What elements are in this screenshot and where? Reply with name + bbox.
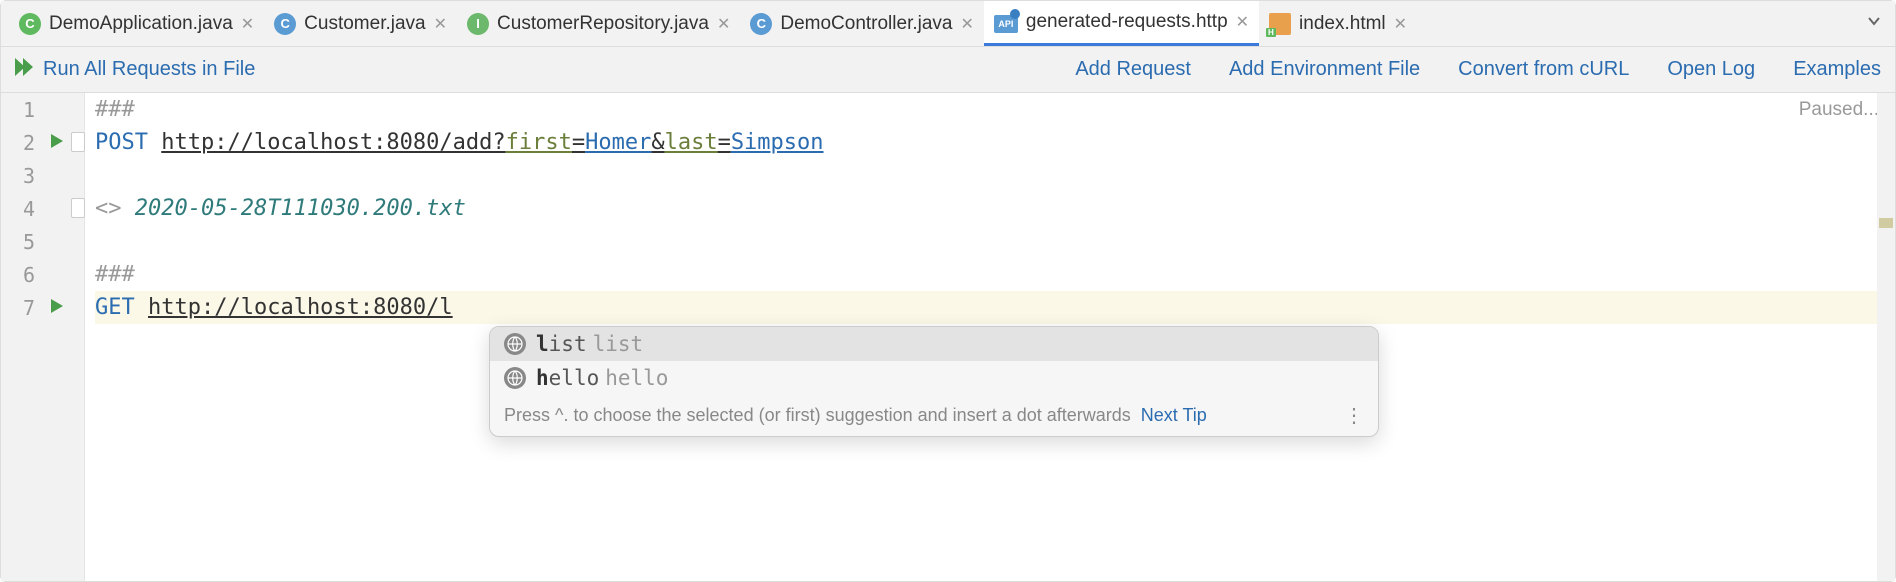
line-number: 7 (13, 296, 35, 320)
run-request-icon[interactable] (51, 298, 65, 317)
tab-customerrepository[interactable]: I CustomerRepository.java ✕ (457, 1, 740, 46)
close-icon[interactable]: ✕ (1236, 12, 1249, 32)
match-hint: hello (605, 366, 668, 390)
close-icon[interactable]: ✕ (434, 14, 447, 34)
tab-label: index.html (1299, 13, 1386, 35)
line-number: 4 (13, 197, 35, 221)
match-rest: ist (549, 332, 587, 356)
query-param: first (506, 130, 572, 155)
autocomplete-item[interactable]: hellohello (490, 361, 1378, 395)
code-text: ### (95, 97, 135, 122)
query-value: Simpson (731, 130, 824, 155)
match-bold: h (536, 366, 549, 390)
tab-democontroller[interactable]: C DemoController.java ✕ (740, 1, 984, 46)
response-file: 2020-05-28T111030.200.txt (135, 196, 466, 221)
http-toolbar: Run All Requests in File Add Request Add… (1, 47, 1895, 93)
more-options-icon[interactable]: ⋮ (1344, 403, 1364, 428)
globe-icon (504, 333, 526, 355)
editor-status: Paused... (1799, 99, 1879, 121)
tab-index-html[interactable]: H index.html ✕ (1259, 1, 1417, 46)
scrollbar-marker (1879, 218, 1893, 228)
editor-tab-bar: C DemoApplication.java ✕ C Customer.java… (1, 1, 1895, 47)
match-rest: ello (549, 366, 600, 390)
class-icon: C (274, 13, 296, 35)
gutter: 1 2 3 4 5 6 7 (1, 93, 85, 581)
interface-icon: I (467, 13, 489, 35)
globe-icon (504, 367, 526, 389)
close-icon[interactable]: ✕ (717, 14, 730, 34)
line-number: 2 (13, 131, 35, 155)
next-tip-link[interactable]: Next Tip (1141, 405, 1207, 426)
fold-marker-icon[interactable] (71, 132, 85, 152)
http-url: http://localhost:8080/l (148, 295, 453, 320)
query-param: last (665, 130, 718, 155)
convert-from-curl-link[interactable]: Convert from cURL (1458, 58, 1629, 81)
vertical-scrollbar[interactable] (1877, 93, 1895, 581)
close-icon[interactable]: ✕ (960, 14, 973, 34)
http-method: GET (95, 295, 135, 320)
editor-area: 1 2 3 4 5 6 7 Paused... ### POST http://… (1, 93, 1895, 581)
tab-label: DemoApplication.java (49, 13, 233, 35)
run-all-icon (15, 58, 35, 81)
autocomplete-popup: listlist hellohello Press ^. to choose t… (489, 326, 1379, 437)
tab-label: CustomerRepository.java (497, 13, 709, 35)
run-all-label: Run All Requests in File (43, 58, 255, 81)
more-tabs-icon[interactable] (1853, 12, 1895, 36)
line-number: 6 (13, 263, 35, 287)
line-number: 3 (13, 164, 35, 188)
tab-generated-requests[interactable]: API generated-requests.http ✕ (984, 1, 1259, 46)
class-icon: C (750, 13, 772, 35)
line-number: 5 (13, 230, 35, 254)
http-method: POST (95, 130, 148, 155)
http-file-icon: API (994, 11, 1018, 33)
fold-marker-icon[interactable] (71, 198, 85, 218)
response-marker: <> (95, 196, 135, 221)
footer-text: Press ^. to choose the selected (or firs… (504, 405, 1131, 426)
query-value: Homer (585, 130, 651, 155)
match-bold: l (536, 332, 549, 356)
class-icon: C (19, 13, 41, 35)
tab-label: Customer.java (304, 13, 425, 35)
html-file-icon: H (1269, 13, 1291, 35)
tab-demoapplication[interactable]: C DemoApplication.java ✕ (9, 1, 264, 46)
autocomplete-footer: Press ^. to choose the selected (or firs… (490, 395, 1378, 436)
match-hint: list (593, 332, 644, 356)
close-icon[interactable]: ✕ (1394, 14, 1407, 34)
autocomplete-item[interactable]: listlist (490, 327, 1378, 361)
code-content[interactable]: Paused... ### POST http://localhost:8080… (85, 93, 1895, 581)
http-url: http://localhost:8080/add? (161, 130, 505, 155)
tab-label: generated-requests.http (1026, 11, 1228, 33)
tab-customer[interactable]: C Customer.java ✕ (264, 1, 457, 46)
examples-link[interactable]: Examples (1793, 58, 1881, 81)
code-text: ### (95, 262, 135, 287)
add-environment-file-link[interactable]: Add Environment File (1229, 58, 1420, 81)
run-request-icon[interactable] (51, 133, 65, 152)
run-all-button[interactable]: Run All Requests in File (15, 58, 255, 81)
close-icon[interactable]: ✕ (241, 14, 254, 34)
add-request-link[interactable]: Add Request (1075, 58, 1191, 81)
line-number: 1 (13, 98, 35, 122)
tab-label: DemoController.java (780, 13, 952, 35)
open-log-link[interactable]: Open Log (1667, 58, 1755, 81)
